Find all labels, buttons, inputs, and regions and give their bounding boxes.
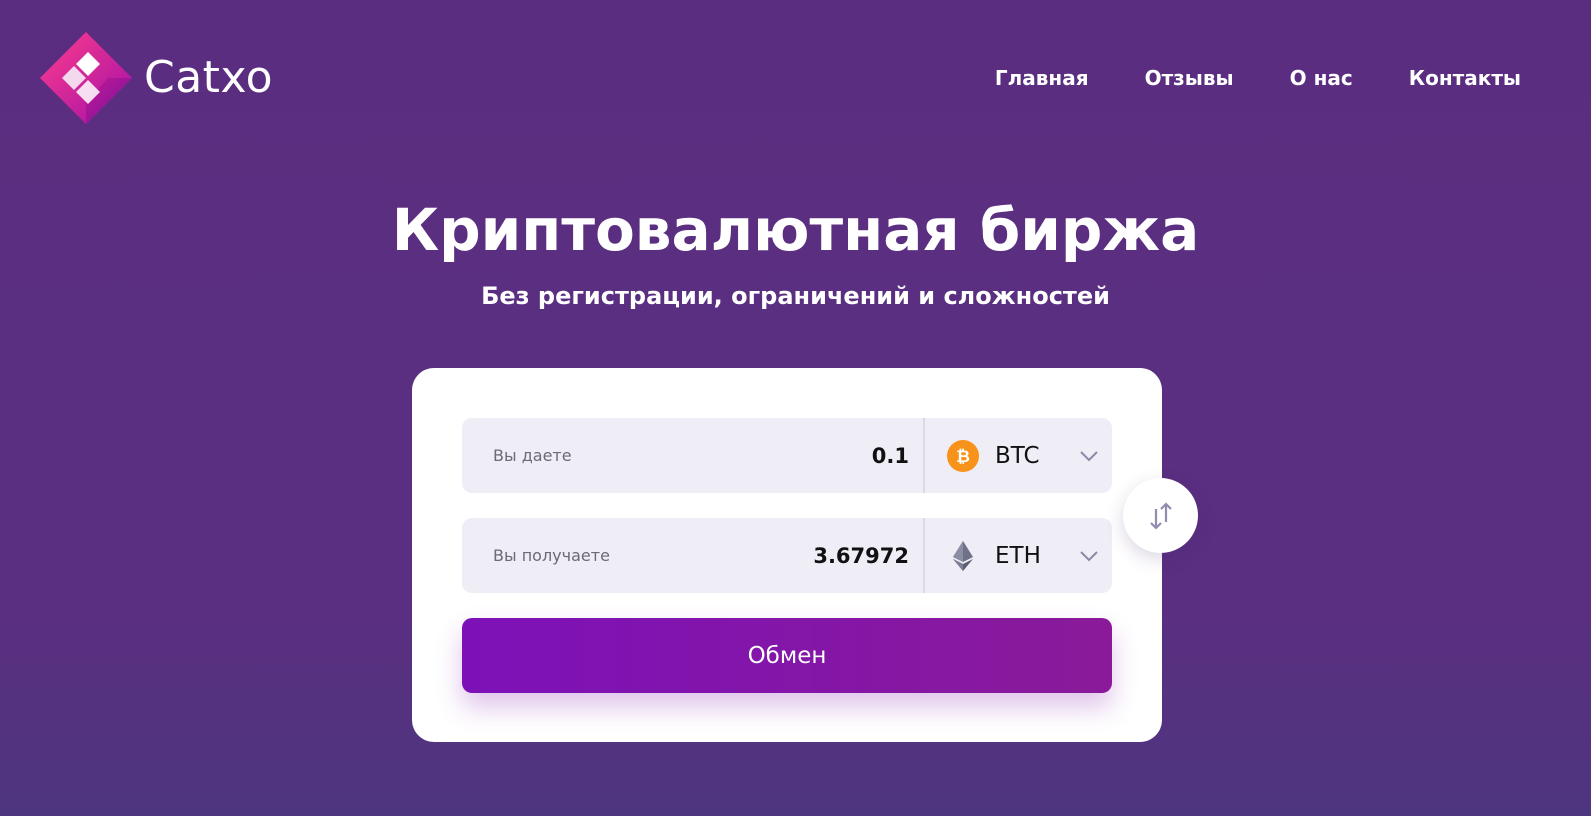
nav-item-about: О нас	[1290, 66, 1353, 90]
give-currency-select[interactable]: ₿ BTC	[925, 418, 1112, 493]
swap-button[interactable]	[1123, 478, 1198, 553]
get-row: Вы получаете ETH	[462, 518, 1112, 593]
nav-link-contacts[interactable]: Контакты	[1409, 66, 1521, 90]
site-header: Catxo Главная Отзывы О нас Контакты	[0, 0, 1591, 160]
get-currency-select[interactable]: ETH	[925, 518, 1112, 593]
swap-arrows-icon	[1149, 501, 1172, 530]
nav-item-reviews: Отзывы	[1145, 66, 1234, 90]
brand-name: Catxo	[144, 52, 274, 103]
give-currency-code: BTC	[995, 442, 1040, 469]
get-label: Вы получаете	[493, 546, 610, 565]
exchange-card: Вы даете ₿ BTC Вы получаете ETH	[412, 368, 1198, 742]
main-nav: Главная Отзывы О нас Контакты	[995, 66, 1521, 90]
give-amount-input[interactable]	[713, 443, 923, 468]
logo-diamond-icon	[40, 31, 132, 124]
brand-logo[interactable]: Catxo	[38, 30, 273, 125]
ethereum-icon	[953, 540, 973, 571]
get-amount-input[interactable]	[713, 543, 923, 568]
chevron-down-icon	[1080, 450, 1098, 461]
get-currency-code: ETH	[995, 542, 1041, 569]
bitcoin-icon: ₿	[947, 439, 979, 472]
nav-item-contacts: Контакты	[1409, 66, 1521, 90]
nav-link-reviews[interactable]: Отзывы	[1145, 66, 1234, 90]
give-row: Вы даете ₿ BTC	[462, 418, 1112, 493]
chevron-down-icon	[1080, 550, 1098, 561]
nav-link-about[interactable]: О нас	[1290, 66, 1353, 90]
svg-text:₿: ₿	[956, 447, 970, 467]
give-label: Вы даете	[493, 446, 572, 465]
nav-link-home[interactable]: Главная	[995, 66, 1089, 90]
exchange-button[interactable]: Обмен	[462, 618, 1112, 693]
hero-title: Криптовалютная биржа	[391, 196, 1200, 264]
nav-item-home: Главная	[995, 66, 1089, 90]
hero-subtitle: Без регистрации, ограничений и сложносте…	[481, 282, 1110, 310]
